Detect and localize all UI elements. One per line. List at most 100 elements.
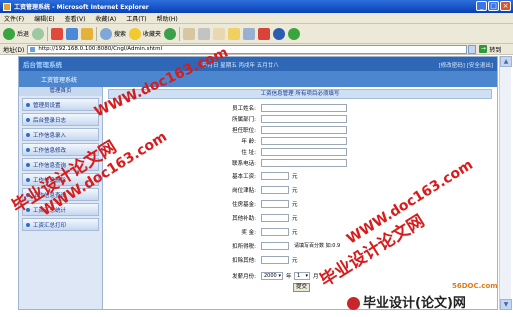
research-icon[interactable] xyxy=(288,27,301,40)
bonus-input[interactable] xyxy=(261,227,289,236)
year-select[interactable]: 2000 xyxy=(261,271,283,280)
favorites-button[interactable]: 收藏夹 xyxy=(129,27,162,40)
toolbar-separator xyxy=(96,26,98,41)
go-label: 转到 xyxy=(489,46,502,54)
housing-fund-input[interactable] xyxy=(261,199,289,208)
discuss-icon[interactable] xyxy=(243,27,256,40)
back-button[interactable]: 后退 xyxy=(3,27,30,40)
sidebar-heading[interactable]: 管理首页 xyxy=(19,87,102,96)
field-label: 年 龄: xyxy=(241,138,256,145)
page-icon xyxy=(30,46,36,52)
sidebar-item-login-log[interactable]: 后台登录日志 xyxy=(22,113,99,126)
go-arrow-icon: → xyxy=(479,45,488,53)
msn-icon[interactable] xyxy=(258,27,271,40)
other-subsidy-input[interactable] xyxy=(261,213,289,222)
app-header: 后台管理系统 年月日 星期五 丙戌年 五月廿八 [修改密码] [安全退出] xyxy=(19,57,497,71)
menu-bar: 文件(F) 编辑(E) 查看(V) 收藏(A) 工具(T) 帮助(H) xyxy=(0,13,513,24)
window-title: 工资管理系统 - Microsoft Internet Explorer xyxy=(14,4,149,11)
bottom-logo: 毕业设计(论文)网 xyxy=(347,292,466,311)
form-row-department: 所属部门: xyxy=(105,114,495,123)
back-arrow-icon xyxy=(3,27,15,40)
edit-icon[interactable] xyxy=(228,27,241,40)
minimize-button[interactable]: _ xyxy=(476,1,487,11)
form-row-other-deduction: 扣除其他: 元 xyxy=(105,255,495,264)
field-label: 所属部门: xyxy=(232,116,256,123)
unit-label: 元 xyxy=(292,201,298,208)
field-label: 扣除其他: xyxy=(232,257,256,264)
window-titlebar: 工资管理系统 - Microsoft Internet Explorer _ □… xyxy=(0,0,513,13)
home-icon[interactable] xyxy=(81,27,94,40)
menu-edit[interactable]: 编辑(E) xyxy=(34,14,54,23)
address-input[interactable]: http://192.168.0.100:8080/Cngl/Admin.sht… xyxy=(27,44,468,54)
maximize-button[interactable]: □ xyxy=(488,1,499,11)
name-input[interactable] xyxy=(261,103,347,112)
submit-button[interactable]: 提交 xyxy=(293,283,310,292)
site-mark: 56DOC.com xyxy=(452,282,498,290)
post-allowance-input[interactable] xyxy=(261,185,289,194)
favorites-label: 收藏夹 xyxy=(143,31,162,38)
close-button[interactable]: × xyxy=(500,1,511,11)
address-input-field[interactable] xyxy=(261,147,347,156)
history-icon[interactable] xyxy=(183,27,196,40)
sidebar-item-info-entry[interactable]: 工作信息录入 xyxy=(22,128,99,141)
form-row-phone: 联系电话: xyxy=(105,158,495,167)
form-row-address: 住 址: xyxy=(105,147,495,156)
scroll-up-button[interactable]: ▲ xyxy=(500,56,512,67)
phone-input[interactable] xyxy=(261,158,347,167)
base-salary-input[interactable] xyxy=(261,171,289,180)
menu-favorites[interactable]: 收藏(A) xyxy=(95,14,116,23)
mail-icon[interactable] xyxy=(198,27,211,40)
income-tax-input[interactable] xyxy=(261,241,289,250)
year-unit: 年 xyxy=(286,273,292,280)
menu-tools[interactable]: 工具(T) xyxy=(126,14,146,23)
menu-file[interactable]: 文件(F) xyxy=(4,14,24,23)
bullet-icon xyxy=(26,133,30,137)
header-links[interactable]: [修改密码] [安全退出] xyxy=(439,61,493,69)
messenger-icon[interactable] xyxy=(273,27,286,40)
age-input[interactable] xyxy=(261,136,347,145)
address-url: http://192.168.0.100:8080/Cngl/Admin.sht… xyxy=(38,45,162,52)
form-row-name: 员工姓名: xyxy=(105,103,495,112)
menu-view[interactable]: 查看(V) xyxy=(65,14,86,23)
toolbar-separator xyxy=(179,26,181,41)
system-name: 工资管理系统 xyxy=(41,77,78,84)
app-logo: 后台管理系统 xyxy=(23,61,62,69)
month-select[interactable]: 1 xyxy=(294,271,310,280)
field-label: 奖 金: xyxy=(241,229,256,236)
app-subheader: 工资管理系统 xyxy=(19,71,497,87)
address-dropdown-button[interactable] xyxy=(468,44,477,54)
sidebar-item-summary-print[interactable]: 工资汇总打印 xyxy=(22,218,99,231)
other-deduction-input[interactable] xyxy=(261,255,289,264)
form-row-bonus: 奖 金: 元 xyxy=(105,227,495,236)
position-input[interactable] xyxy=(261,125,347,134)
stop-icon[interactable] xyxy=(51,27,64,40)
sidebar-item-label: 后台登录日志 xyxy=(33,117,67,124)
forward-arrow-icon[interactable] xyxy=(32,27,45,40)
field-label: 其他补助: xyxy=(232,215,256,222)
main-content: 工资信息管理 所有项目必须填写 员工姓名: 所属部门: 担任职位: 年 龄: 住… xyxy=(105,87,495,309)
sidebar-item-admin-settings[interactable]: 管理员设置 xyxy=(22,98,99,111)
bullet-icon xyxy=(26,163,30,167)
unit-label: 元 xyxy=(292,257,298,264)
unit-label: 元 xyxy=(292,187,298,194)
department-input[interactable] xyxy=(261,114,347,123)
bottom-logo-text: 毕业设计(论文)网 xyxy=(363,296,466,311)
search-button[interactable]: 搜索 xyxy=(100,27,126,40)
scroll-down-button[interactable]: ▼ xyxy=(500,299,512,310)
back-label: 后退 xyxy=(17,31,30,38)
go-button[interactable]: → 转到 xyxy=(479,45,501,54)
menu-help[interactable]: 帮助(H) xyxy=(157,14,178,23)
unit-label: 元 xyxy=(292,173,298,180)
print-icon[interactable] xyxy=(213,27,226,40)
field-label: 员工姓名: xyxy=(232,105,256,112)
sidebar-item-label: 工资汇总打印 xyxy=(33,222,67,229)
field-label: 联系电话: xyxy=(232,160,256,167)
address-label: 地址(D) xyxy=(3,46,25,54)
form-title: 工资信息管理 所有项目必须填写 xyxy=(108,89,492,99)
toolbar-separator xyxy=(47,26,49,41)
media-icon[interactable] xyxy=(164,27,177,40)
vertical-scrollbar[interactable]: ▲ ▼ xyxy=(499,56,512,310)
refresh-icon[interactable] xyxy=(66,27,79,40)
field-label: 基本工资: xyxy=(232,173,256,180)
bullet-icon xyxy=(26,118,30,122)
